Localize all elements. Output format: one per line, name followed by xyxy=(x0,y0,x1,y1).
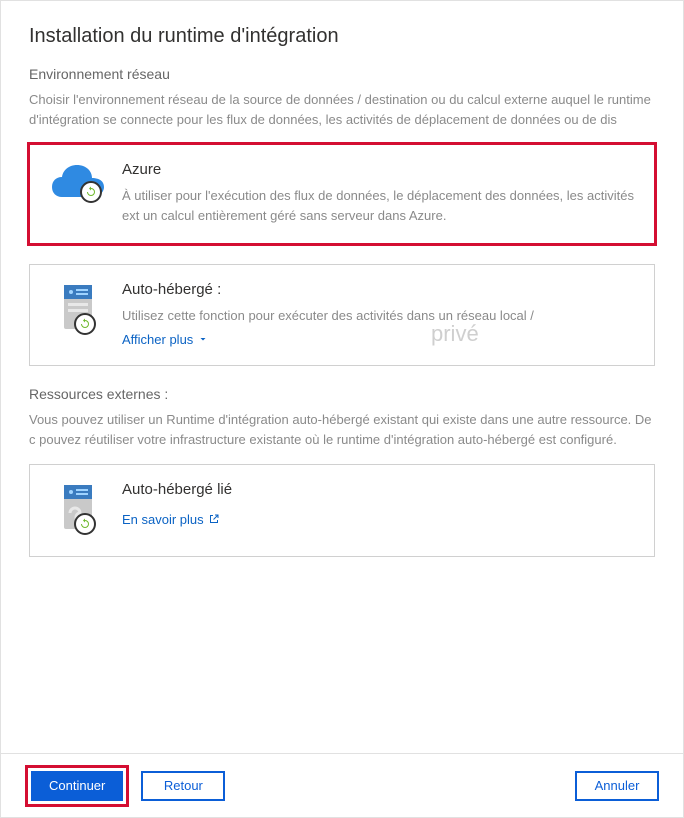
continue-button[interactable]: Continuer xyxy=(31,771,123,801)
env-section-desc: Choisir l'environnement réseau de la sou… xyxy=(29,90,655,130)
azure-title: Azure xyxy=(122,161,636,178)
external-section-desc: Vous pouvez utiliser un Runtime d'intégr… xyxy=(29,410,655,450)
sync-badge-icon xyxy=(74,513,96,535)
chevron-down-icon xyxy=(197,333,209,345)
show-more-link[interactable]: Afficher plus xyxy=(122,332,209,347)
option-linked-self-hosted-card[interactable]: Auto-hébergé lié En savoir plus xyxy=(29,464,655,557)
footer-bar: Continuer Retour Annuler xyxy=(1,753,683,817)
continue-highlight: Continuer xyxy=(25,765,129,807)
back-button[interactable]: Retour xyxy=(141,771,225,801)
self-hosted-desc: Utilisez cette fonction pour exécuter de… xyxy=(122,306,636,326)
option-self-hosted-card[interactable]: Auto-hébergé : Utilisez cette fonction p… xyxy=(29,264,655,366)
env-section-label: Environnement réseau xyxy=(29,66,655,82)
linked-self-hosted-title: Auto-hébergé lié xyxy=(122,481,636,498)
learn-more-label: En savoir plus xyxy=(122,512,204,527)
show-more-label: Afficher plus xyxy=(122,332,193,347)
azure-desc: À utiliser pour l'exécution des flux de … xyxy=(122,186,636,226)
cancel-button[interactable]: Annuler xyxy=(575,771,659,801)
external-section-label: Ressources externes : xyxy=(29,386,655,402)
self-hosted-title: Auto-hébergé : xyxy=(122,281,636,298)
option-azure-card[interactable]: Azure À utiliser pour l'exécution des fl… xyxy=(29,144,655,243)
external-link-icon xyxy=(208,513,220,525)
page-title: Installation du runtime d'intégration xyxy=(29,25,655,48)
learn-more-link[interactable]: En savoir plus xyxy=(122,512,220,527)
sync-badge-icon xyxy=(74,313,96,335)
